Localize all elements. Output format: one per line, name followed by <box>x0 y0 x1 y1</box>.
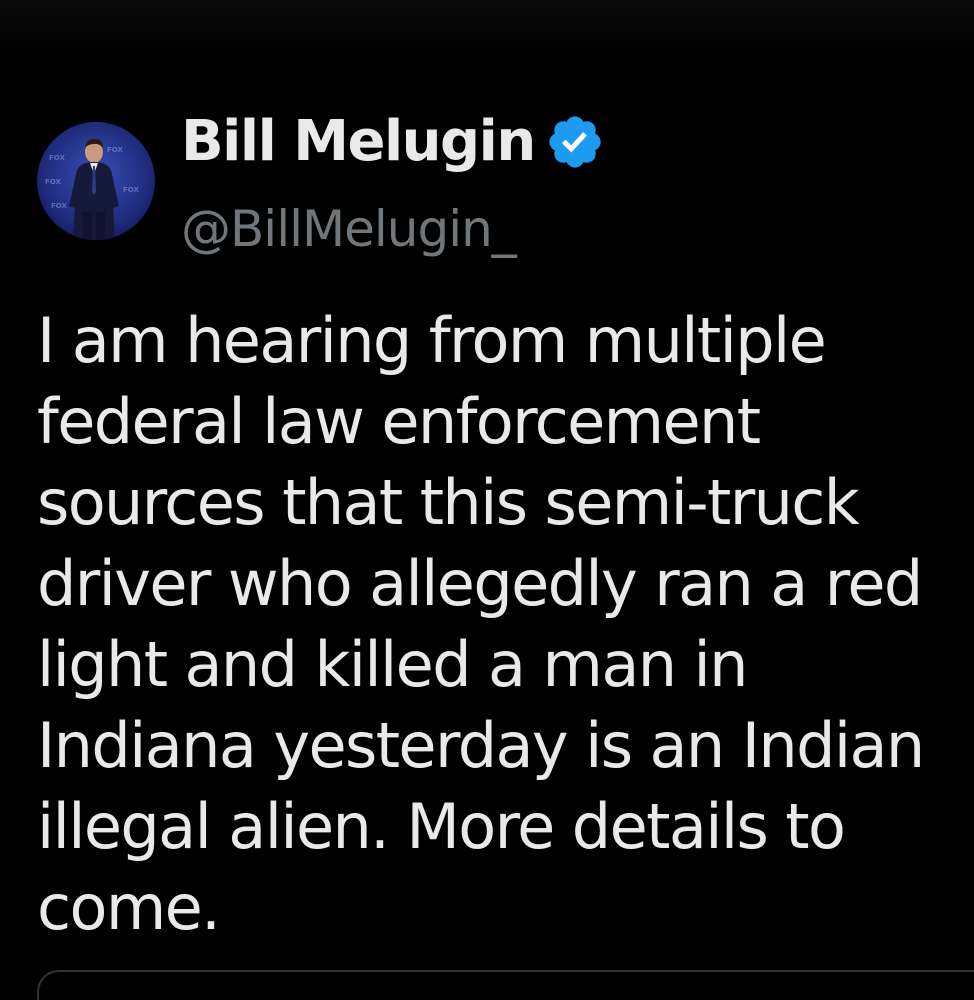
tweet-text-line: I am hearing from multiple <box>37 304 827 377</box>
embedded-card-edge <box>37 970 974 1000</box>
svg-text:FOX: FOX <box>51 202 67 210</box>
tweet-text: I am hearing from multiple federal law e… <box>37 300 974 948</box>
tweet[interactable]: FOX FOX FOX FOX FOX Bill Melugin @BillMe… <box>0 0 974 1000</box>
svg-text:FOX: FOX <box>107 146 123 154</box>
tweet-text-line: Indiana yesterday is an Indian <box>37 709 925 782</box>
author-handle[interactable]: @BillMelugin_ <box>181 196 517 262</box>
svg-text:FOX: FOX <box>49 154 65 162</box>
display-name[interactable]: Bill Melugin <box>181 108 536 176</box>
verified-badge-icon[interactable] <box>545 112 605 172</box>
tweet-text-line: driver who allegedly ran a red <box>37 547 923 620</box>
tweet-text-line: light and killed a man in <box>37 628 748 701</box>
tweet-text-line: sources that this semi-truck <box>37 466 860 539</box>
svg-text:FOX: FOX <box>123 186 139 194</box>
svg-text:FOX: FOX <box>45 178 61 186</box>
author-name-row[interactable]: Bill Melugin <box>181 108 605 176</box>
tweet-text-line: illegal alien. More details to <box>37 790 846 863</box>
avatar-photo: FOX FOX FOX FOX FOX <box>37 122 155 240</box>
tweet-text-line: come. <box>37 871 221 944</box>
avatar[interactable]: FOX FOX FOX FOX FOX <box>37 122 155 240</box>
tweet-text-line: federal law enforcement <box>37 385 761 458</box>
